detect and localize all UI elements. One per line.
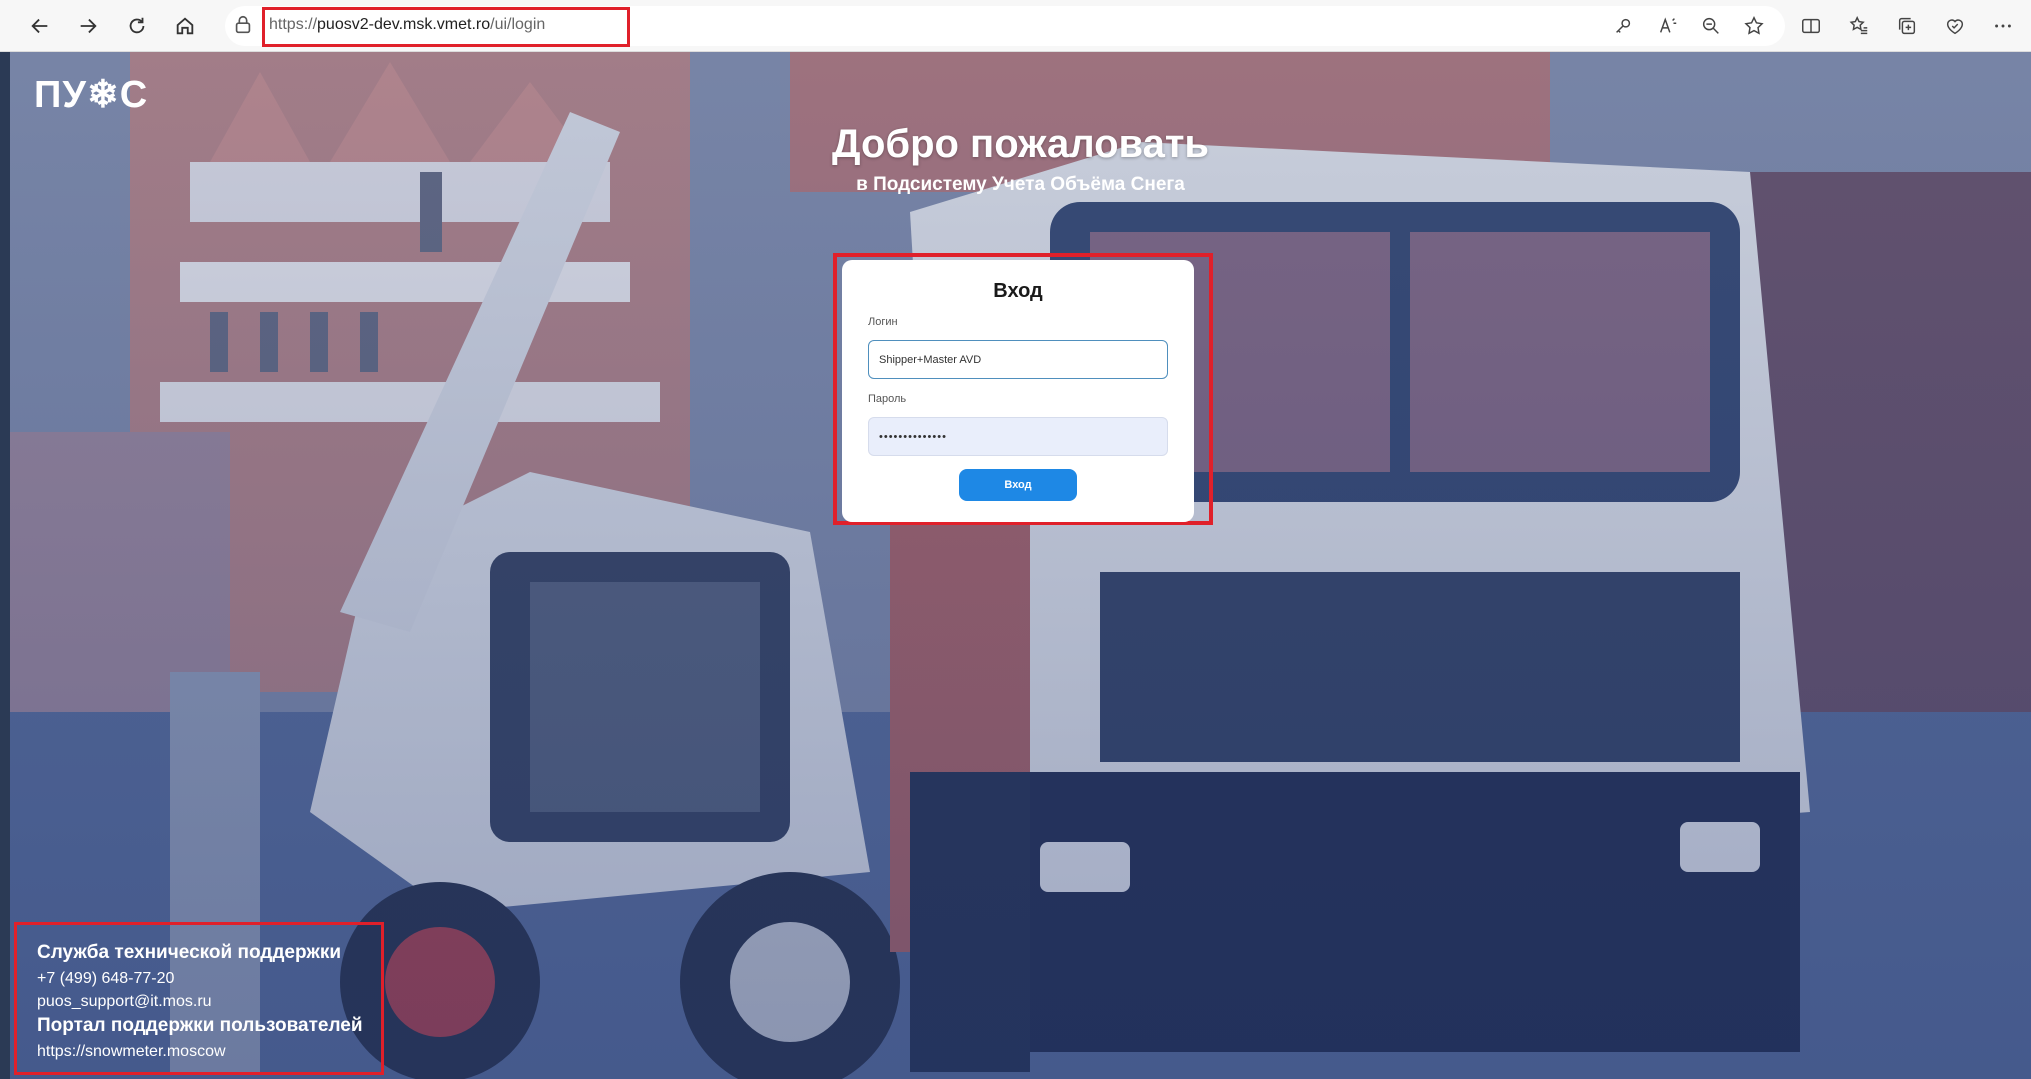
welcome-subtitle: в Подсистему Учета Объёма Снега [856, 174, 1185, 195]
key-icon[interactable] [1609, 12, 1637, 40]
support-email[interactable]: puos_support@it.mos.ru [37, 993, 212, 1011]
login-label: Логин [868, 316, 898, 328]
login-card: Вход Логин Пароль Вход [842, 260, 1194, 522]
split-screen-icon[interactable] [1797, 12, 1825, 40]
collections-icon[interactable] [1893, 12, 1921, 40]
login-input[interactable] [868, 340, 1168, 379]
support-phone[interactable]: +7 (499) 648-77-20 [37, 970, 174, 988]
logo: ПУ❄С [34, 74, 149, 116]
login-submit-button[interactable]: Вход [959, 469, 1077, 501]
password-label: Пароль [868, 393, 907, 405]
browser-essentials-icon[interactable] [1941, 12, 1969, 40]
window-left-edge [0, 52, 10, 1079]
url-highlight-box [262, 7, 630, 47]
back-icon[interactable] [24, 10, 56, 42]
more-icon[interactable] [1989, 12, 2017, 40]
login-page: ПУ❄С Добро пожаловать в Подсистему Учета… [10, 52, 2031, 1079]
lock-icon[interactable] [232, 14, 254, 36]
refresh-icon[interactable] [121, 10, 153, 42]
password-input[interactable] [868, 417, 1168, 456]
read-aloud-icon[interactable] [1654, 12, 1682, 40]
zoom-icon[interactable] [1697, 12, 1725, 40]
support-title: Служба технической поддержки [37, 942, 342, 963]
favorite-icon[interactable] [1740, 12, 1768, 40]
browser-toolbar: https://puosv2-dev.msk.vmet.ro/ui/login [0, 0, 2031, 52]
login-title: Вход [993, 280, 1043, 302]
welcome-title: Добро пожаловать [831, 122, 1210, 166]
home-icon[interactable] [169, 10, 201, 42]
portal-title: Портал поддержки пользователей [37, 1015, 363, 1036]
portal-link[interactable]: https://snowmeter.moscow [37, 1043, 226, 1061]
forward-icon[interactable] [72, 10, 104, 42]
favorites-icon[interactable] [1845, 12, 1873, 40]
